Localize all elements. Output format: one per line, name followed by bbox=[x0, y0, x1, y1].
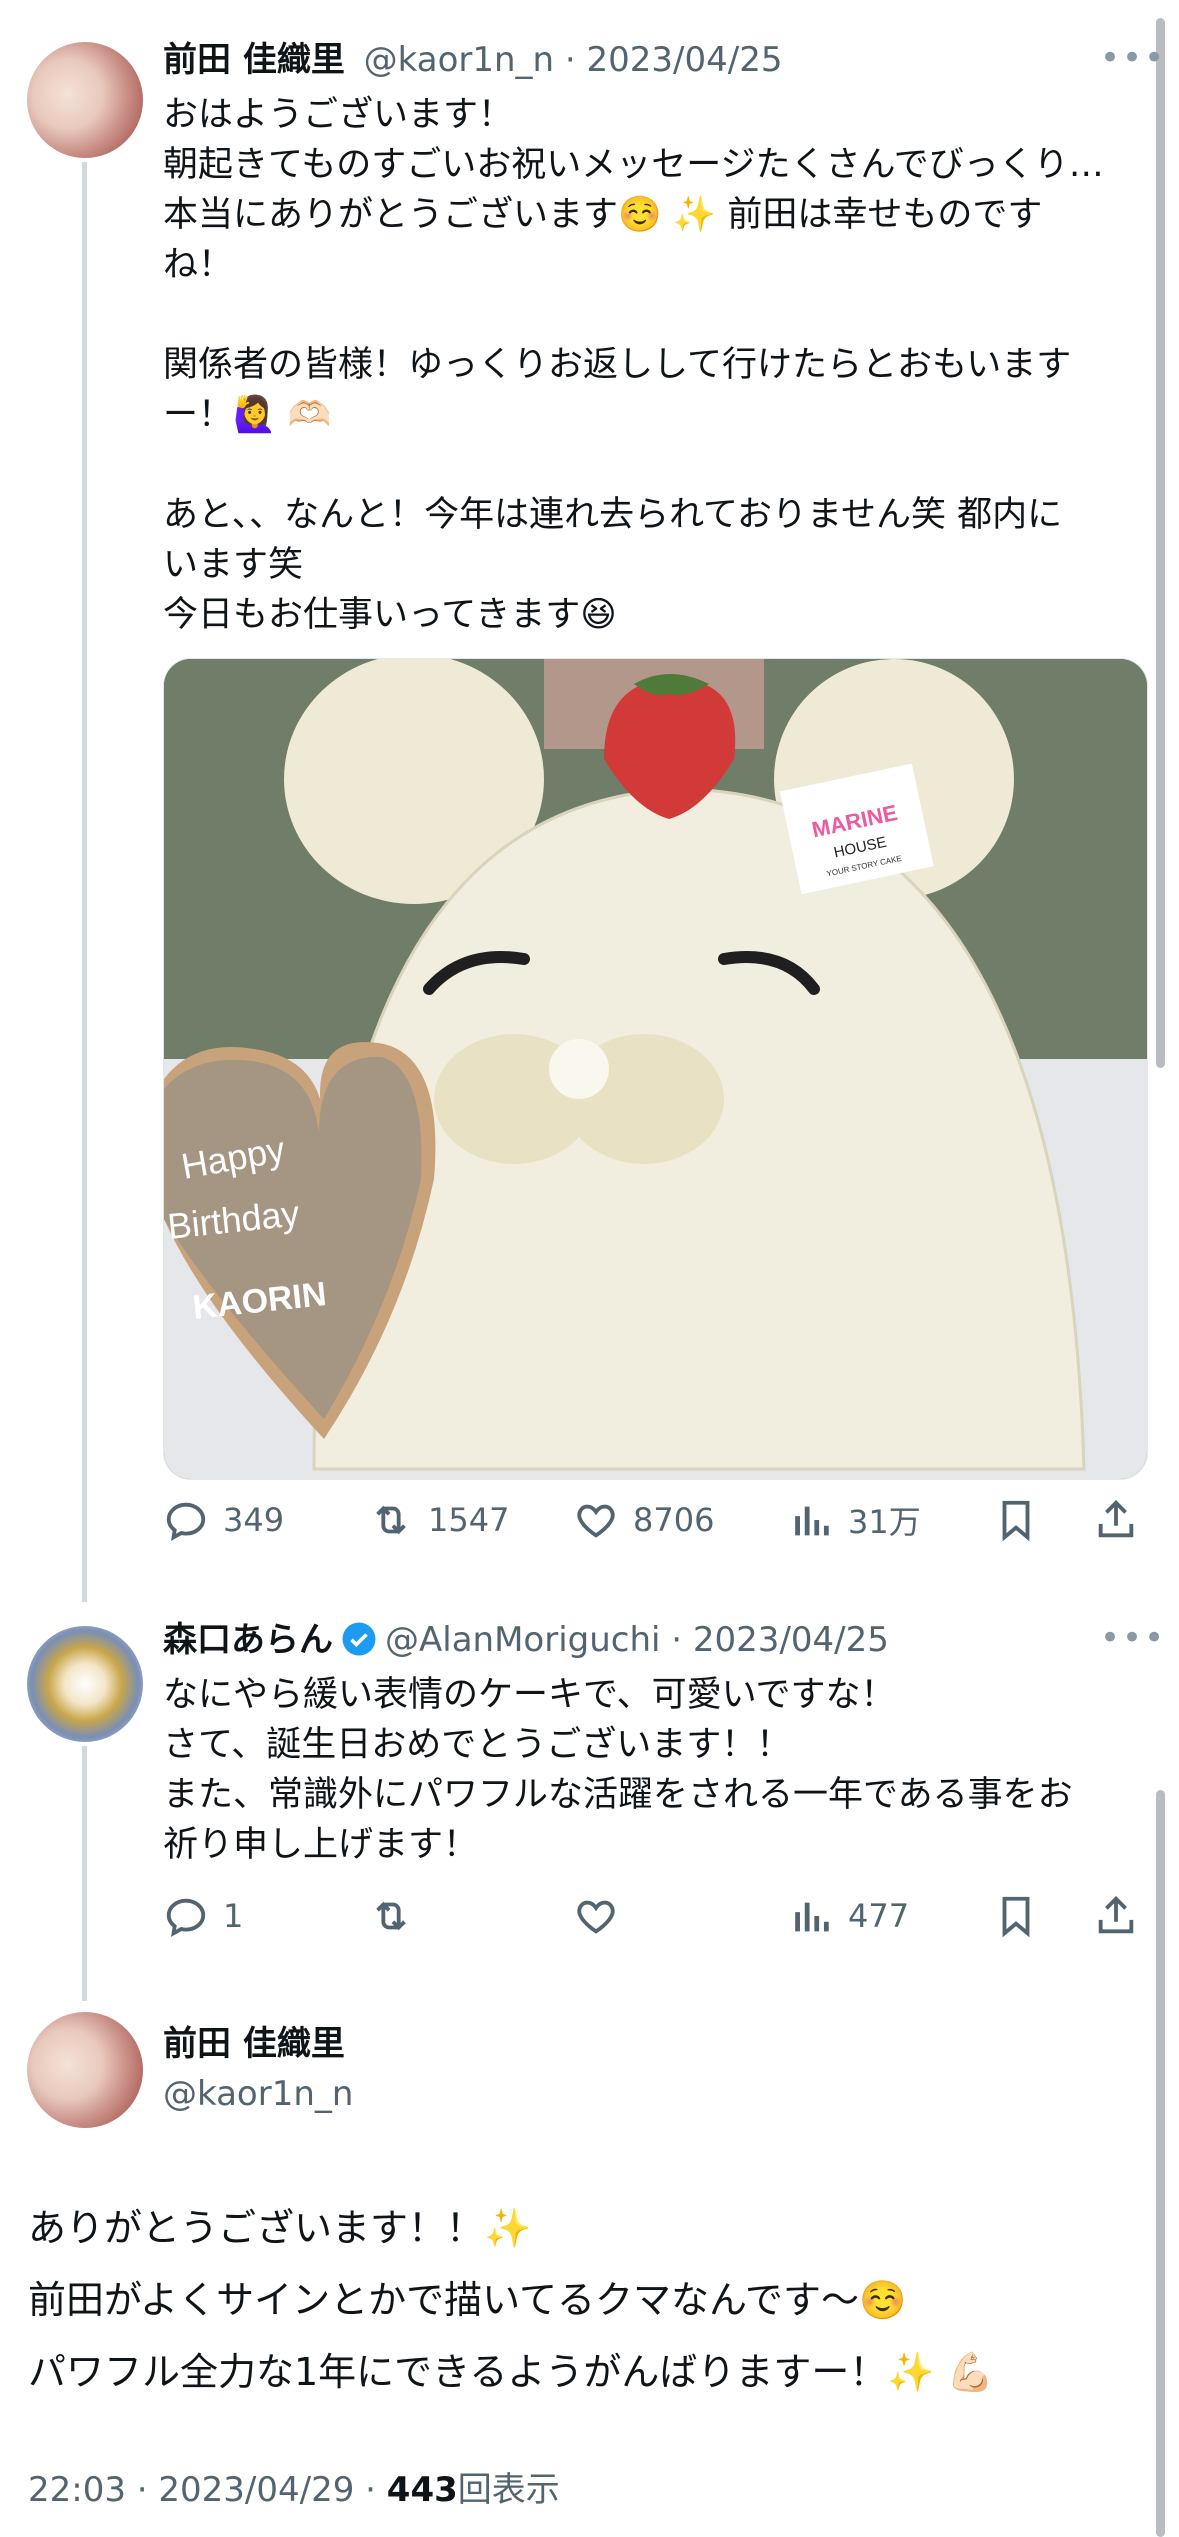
author-handle[interactable]: @AlanMoriguchi bbox=[385, 1620, 660, 1660]
author-name[interactable]: 前田 佳織里 bbox=[163, 40, 345, 80]
views-count: 477 bbox=[848, 1897, 910, 1935]
avatar-kaori[interactable] bbox=[27, 42, 143, 158]
retweet-icon bbox=[376, 1505, 406, 1535]
like-button[interactable] bbox=[573, 1886, 619, 1946]
avatar-alan[interactable] bbox=[27, 1626, 143, 1742]
bookmark-icon bbox=[1002, 1500, 1030, 1542]
views-count: 443 bbox=[386, 2470, 458, 2510]
reply-icon bbox=[166, 1502, 206, 1541]
avatar-kaori[interactable] bbox=[27, 2012, 143, 2128]
thread-line-2 bbox=[82, 1746, 87, 2001]
views-label: 回表示 bbox=[457, 2470, 560, 2510]
bookmark-icon bbox=[1002, 1896, 1030, 1938]
tweet-text: なにやら緩い表情のケーキで、可愛いですな！ さて、誕生日おめでとうございます！！… bbox=[163, 1675, 1073, 1865]
tweet-header: 前田 佳織里 @kaor1n_n · 2023/04/25 bbox=[163, 38, 783, 82]
retweet-count: 1547 bbox=[428, 1501, 510, 1539]
reply-count: 1 bbox=[223, 1897, 244, 1935]
author-name[interactable]: 森口あらん bbox=[163, 1620, 333, 1660]
thread-line-1 bbox=[82, 162, 87, 1602]
analytics-icon bbox=[795, 1902, 829, 1932]
views-count: 31万 bbox=[848, 1503, 921, 1541]
tweet-text: おはようございます！ 朝起きてものすごいお祝いメッセージたくさんでびっくり… 本… bbox=[163, 95, 1104, 635]
cake-illustration: MARINE HOUSE YOUR STORY CAKE Happy Birth… bbox=[164, 659, 1147, 1479]
scrollbar-top[interactable] bbox=[1156, 18, 1165, 1068]
reply-icon bbox=[166, 1898, 206, 1937]
author-name[interactable]: 前田 佳織里 bbox=[163, 2022, 345, 2066]
tweet-timestamp[interactable]: 22:03 · 2023/04/29 · bbox=[28, 2470, 387, 2510]
tweet-date[interactable]: · 2023/04/25 bbox=[565, 40, 783, 80]
tweet-actions: 349 1547 8706 31万 bbox=[163, 1490, 1148, 1550]
retweet-icon bbox=[376, 1901, 406, 1931]
share-icon bbox=[1098, 1500, 1134, 1538]
share-button[interactable] bbox=[1093, 1886, 1139, 1946]
heart-icon bbox=[577, 1504, 615, 1538]
heart-icon bbox=[577, 1900, 615, 1934]
author-handle[interactable]: @kaor1n_n bbox=[364, 40, 554, 80]
views-button[interactable]: 31万 bbox=[788, 1490, 921, 1550]
tweet-header: 森口あらん @AlanMoriguchi · 2023/04/25 bbox=[163, 1618, 889, 1662]
like-button[interactable]: 8706 bbox=[573, 1490, 714, 1550]
reply-count: 349 bbox=[223, 1501, 285, 1539]
more-options-icon[interactable]: ••• bbox=[1100, 1618, 1166, 1658]
tweet-text: ありがとうございます！！✨ 前田がよくサインとかで描いてるクマなんです〜☺️ パ… bbox=[28, 2206, 995, 2394]
tweet-actions: 1 477 bbox=[163, 1886, 1148, 1946]
tweet-footer: 22:03 · 2023/04/29 · 443回表示 bbox=[28, 2462, 560, 2511]
share-icon bbox=[1098, 1896, 1134, 1934]
bookmark-button[interactable] bbox=[993, 1886, 1039, 1946]
retweet-button[interactable] bbox=[368, 1886, 414, 1946]
reply-button[interactable]: 1 bbox=[163, 1886, 243, 1946]
verified-badge-icon bbox=[342, 1622, 376, 1656]
reply-button[interactable]: 349 bbox=[163, 1490, 284, 1550]
retweet-button[interactable]: 1547 bbox=[368, 1490, 509, 1550]
tweet-image-cake[interactable]: MARINE HOUSE YOUR STORY CAKE Happy Birth… bbox=[163, 658, 1148, 1480]
author-handle[interactable]: @kaor1n_n bbox=[163, 2072, 353, 2116]
tweet-date[interactable]: · 2023/04/25 bbox=[671, 1620, 889, 1660]
scrollbar-bottom[interactable] bbox=[1156, 1790, 1165, 2537]
bookmark-button[interactable] bbox=[993, 1490, 1039, 1550]
analytics-icon bbox=[795, 1506, 829, 1536]
more-options-icon[interactable]: ••• bbox=[1100, 38, 1166, 78]
share-button[interactable] bbox=[1093, 1490, 1139, 1550]
views-button[interactable]: 477 bbox=[788, 1886, 909, 1946]
like-count: 8706 bbox=[633, 1501, 715, 1539]
